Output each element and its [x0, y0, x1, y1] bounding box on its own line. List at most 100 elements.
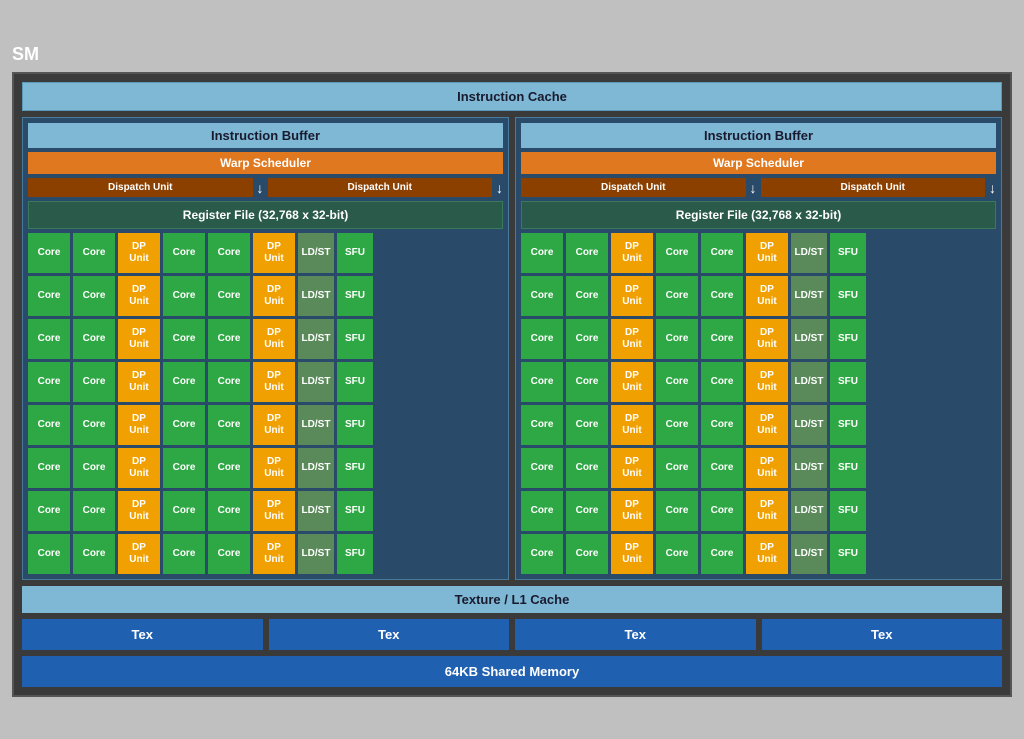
core: Core — [521, 233, 563, 273]
core: Core — [566, 362, 608, 402]
core: Core — [208, 233, 250, 273]
dp-unit: DPUnit — [746, 233, 788, 273]
core: Core — [521, 319, 563, 359]
ldst: LD/ST — [791, 362, 827, 402]
right-core-row-8: Core Core DPUnit Core Core DPUnit LD/ST … — [521, 534, 996, 574]
dp-unit: DPUnit — [118, 233, 160, 273]
dp-unit: DPUnit — [611, 448, 653, 488]
core: Core — [656, 534, 698, 574]
ldst: LD/ST — [298, 233, 334, 273]
dp-unit: DPUnit — [746, 276, 788, 316]
ldst: LD/ST — [298, 276, 334, 316]
core: Core — [73, 534, 115, 574]
core: Core — [521, 276, 563, 316]
sfu: SFU — [830, 319, 866, 359]
texture-l1-cache: Texture / L1 Cache — [22, 586, 1002, 613]
instruction-cache: Instruction Cache — [22, 82, 1002, 111]
dp-unit: DPUnit — [611, 405, 653, 445]
left-core-row-3: Core Core DPUnit Core Core DPUnit LD/ST … — [28, 319, 503, 359]
ldst: LD/ST — [298, 491, 334, 531]
dp-unit: DPUnit — [118, 448, 160, 488]
right-core-row-6: Core Core DPUnit Core Core DPUnit LD/ST … — [521, 448, 996, 488]
sfu: SFU — [337, 491, 373, 531]
left-register-file: Register File (32,768 x 32-bit) — [28, 201, 503, 229]
core: Core — [163, 405, 205, 445]
ldst: LD/ST — [791, 319, 827, 359]
left-core-row-2: Core Core DPUnit Core Core DPUnit LD/ST … — [28, 276, 503, 316]
right-warp-scheduler: Warp Scheduler — [521, 152, 996, 174]
dp-unit: DPUnit — [746, 362, 788, 402]
dp-unit: DPUnit — [746, 534, 788, 574]
right-dispatch-unit-2: Dispatch Unit — [761, 178, 986, 197]
core: Core — [208, 276, 250, 316]
core: Core — [28, 362, 70, 402]
core: Core — [28, 319, 70, 359]
left-dispatch-arrow-2: ↓ — [496, 180, 503, 196]
left-instruction-buffer: Instruction Buffer — [28, 123, 503, 148]
core: Core — [73, 448, 115, 488]
core: Core — [701, 491, 743, 531]
core: Core — [28, 276, 70, 316]
core: Core — [566, 405, 608, 445]
sfu: SFU — [830, 276, 866, 316]
dp-unit: DPUnit — [253, 534, 295, 574]
core: Core — [566, 319, 608, 359]
dp-unit: DPUnit — [253, 319, 295, 359]
core: Core — [208, 491, 250, 531]
right-core-row-1: Core Core DPUnit Core Core DPUnit LD/ST … — [521, 233, 996, 273]
left-core-row-8: Core Core DPUnit Core Core DPUnit LD/ST … — [28, 534, 503, 574]
left-dispatch-unit-2: Dispatch Unit — [268, 178, 493, 197]
dp-unit: DPUnit — [746, 319, 788, 359]
right-instruction-buffer: Instruction Buffer — [521, 123, 996, 148]
core: Core — [521, 448, 563, 488]
right-panel: Instruction Buffer Warp Scheduler Dispat… — [515, 117, 1002, 580]
left-warp-scheduler: Warp Scheduler — [28, 152, 503, 174]
core: Core — [73, 233, 115, 273]
core: Core — [208, 362, 250, 402]
right-core-row-4: Core Core DPUnit Core Core DPUnit LD/ST … — [521, 362, 996, 402]
core: Core — [701, 448, 743, 488]
core: Core — [521, 405, 563, 445]
core: Core — [656, 276, 698, 316]
core: Core — [656, 405, 698, 445]
core: Core — [73, 319, 115, 359]
right-cores-grid: Core Core DPUnit Core Core DPUnit LD/ST … — [521, 233, 996, 574]
ldst: LD/ST — [791, 491, 827, 531]
ldst: LD/ST — [791, 276, 827, 316]
dp-unit: DPUnit — [746, 448, 788, 488]
right-core-row-5: Core Core DPUnit Core Core DPUnit LD/ST … — [521, 405, 996, 445]
core: Core — [28, 448, 70, 488]
dp-unit: DPUnit — [118, 362, 160, 402]
tex-unit-2: Tex — [269, 619, 510, 650]
sfu: SFU — [830, 491, 866, 531]
shared-memory: 64KB Shared Memory — [22, 656, 1002, 687]
sfu: SFU — [337, 362, 373, 402]
left-core-row-1: Core Core DPUnit Core Core DPUnit LD/ST … — [28, 233, 503, 273]
dp-unit: DPUnit — [118, 276, 160, 316]
core: Core — [566, 534, 608, 574]
core: Core — [73, 276, 115, 316]
dp-unit: DPUnit — [253, 448, 295, 488]
core: Core — [701, 534, 743, 574]
dp-unit: DPUnit — [611, 534, 653, 574]
tex-unit-4: Tex — [762, 619, 1003, 650]
dp-unit: DPUnit — [118, 319, 160, 359]
sfu: SFU — [830, 405, 866, 445]
core: Core — [656, 491, 698, 531]
dp-unit: DPUnit — [611, 319, 653, 359]
core: Core — [28, 405, 70, 445]
left-cores-grid: Core Core DPUnit Core Core DPUnit LD/ST … — [28, 233, 503, 574]
core: Core — [566, 276, 608, 316]
sfu: SFU — [337, 405, 373, 445]
ldst: LD/ST — [298, 319, 334, 359]
dp-unit: DPUnit — [253, 233, 295, 273]
core: Core — [28, 534, 70, 574]
core: Core — [208, 534, 250, 574]
core: Core — [701, 405, 743, 445]
sfu: SFU — [830, 448, 866, 488]
core: Core — [566, 233, 608, 273]
core: Core — [163, 534, 205, 574]
core: Core — [566, 448, 608, 488]
core: Core — [163, 362, 205, 402]
core: Core — [701, 362, 743, 402]
